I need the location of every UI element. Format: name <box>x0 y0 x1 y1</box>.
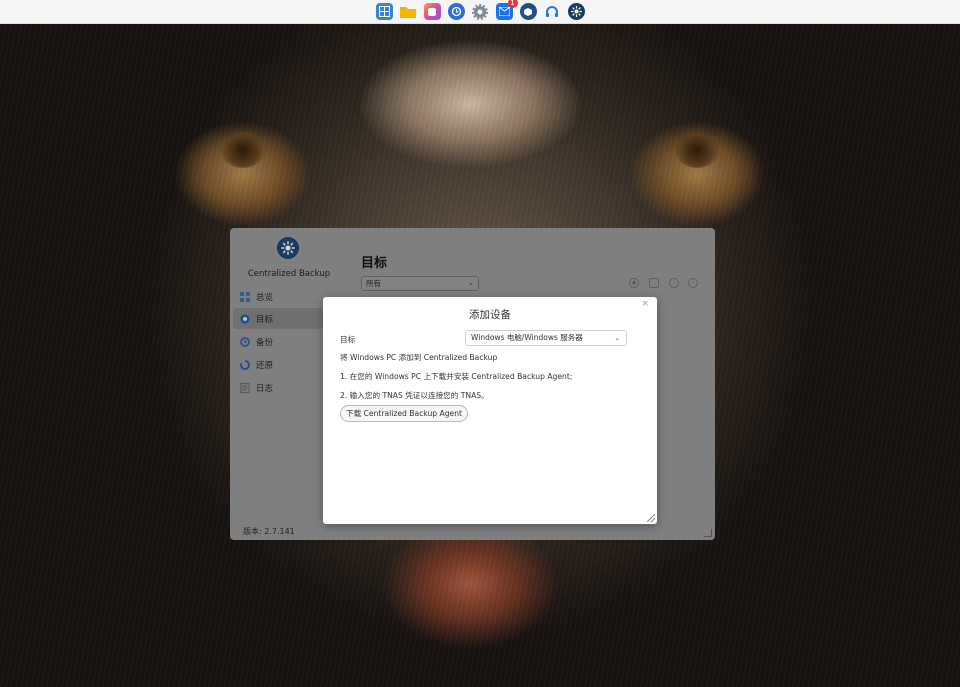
wallpaper-eye-left <box>221 132 265 168</box>
snapshot-icon[interactable] <box>447 3 465 20</box>
download-agent-button[interactable]: 下载 Centralized Backup Agent <box>340 405 468 422</box>
target-label: 目标 <box>340 335 356 344</box>
sidebar-item-target[interactable]: 目标 <box>233 308 323 329</box>
support-icon[interactable] <box>544 3 561 20</box>
delete-icon[interactable] <box>688 278 698 288</box>
dialog-resize-grip[interactable] <box>647 514 655 522</box>
app-center-icon[interactable]: 1 <box>495 0 518 20</box>
step-1-text: 1. 在您的 Windows PC 上下载并安装 Centralized Bac… <box>340 372 573 381</box>
target-type-select[interactable]: Windows 电脑/Windows 服务器 ⌄ <box>465 330 627 346</box>
sidebar-item-label: 目标 <box>256 314 274 325</box>
log-icon <box>240 382 250 393</box>
docker-icon[interactable] <box>519 3 537 20</box>
app-center-badge: 1 <box>507 0 518 8</box>
version-label: 版本: 2.7.141 <box>243 527 295 536</box>
restore-icon <box>240 359 250 370</box>
file-manager-icon[interactable] <box>400 3 417 20</box>
sidebar-item-label: 备份 <box>256 337 274 348</box>
sidebar-item-label: 总览 <box>256 292 274 303</box>
wallpaper-eye-right <box>675 132 719 168</box>
control-panel-icon[interactable] <box>375 3 393 20</box>
sidebar-item-log[interactable]: 日志 <box>233 377 323 398</box>
sidebar-item-overview[interactable]: 总览 <box>233 286 323 307</box>
filter-select-value: 所有 <box>366 279 381 288</box>
app-sidebar: Centralized Backup 总览 目标 备份 还原 日志 版本: 2.… <box>230 228 330 540</box>
step-2-text: 2. 输入您的 TNAS 凭证以连接您的 TNAS。 <box>340 391 489 400</box>
chevron-down-icon: ⌄ <box>614 334 620 342</box>
sidebar-item-restore[interactable]: 还原 <box>233 354 323 375</box>
refresh-icon[interactable] <box>669 278 679 288</box>
add-device-dialog: × 添加设备 目标 Windows 电脑/Windows 服务器 ⌄ 将 Win… <box>323 297 657 524</box>
target-icon <box>240 314 250 323</box>
backup-icon <box>240 336 250 347</box>
target-type-value: Windows 电脑/Windows 服务器 <box>471 333 583 342</box>
overview-icon <box>240 291 250 302</box>
app-name: Centralized Backup <box>247 269 331 279</box>
add-icon[interactable]: + <box>629 278 639 288</box>
intro-text: 将 Windows PC 添加到 Centralized Backup <box>340 353 498 362</box>
photos-icon[interactable] <box>423 3 441 20</box>
edit-icon[interactable] <box>649 278 659 288</box>
dialog-title: 添加设备 <box>469 309 511 321</box>
page-title: 目标 <box>361 256 388 271</box>
settings-icon[interactable] <box>472 3 489 20</box>
filter-select[interactable]: 所有 ⌄ <box>361 276 479 291</box>
sidebar-item-label: 日志 <box>256 383 274 394</box>
chevron-down-icon: ⌄ <box>468 279 474 287</box>
taskbar: 1 <box>0 0 960 24</box>
sidebar-item-label: 还原 <box>256 360 274 371</box>
window-resize-grip[interactable] <box>704 529 712 537</box>
app-logo-icon <box>277 237 299 259</box>
centralized-backup-icon[interactable] <box>567 3 585 20</box>
sidebar-item-backup[interactable]: 备份 <box>233 331 323 352</box>
